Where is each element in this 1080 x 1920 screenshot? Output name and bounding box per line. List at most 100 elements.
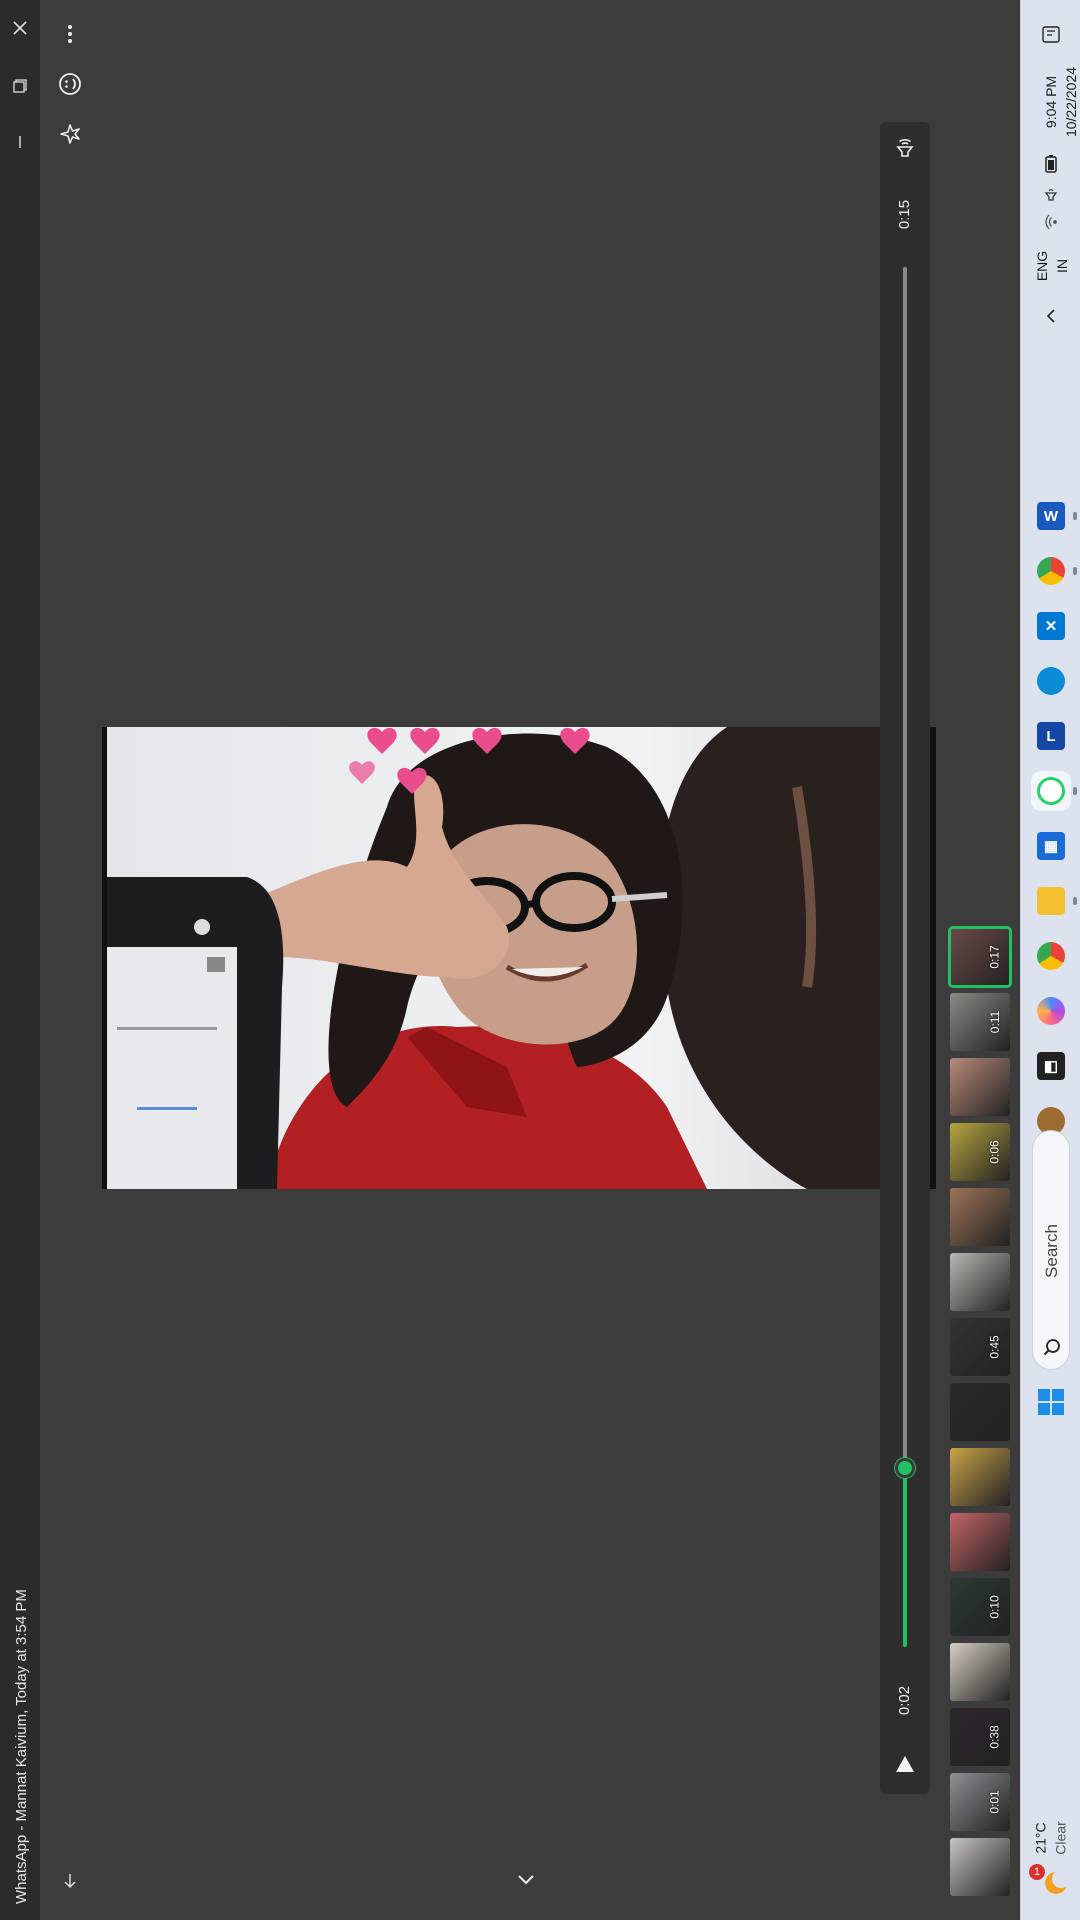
seek-progress	[903, 1467, 907, 1647]
restore-button[interactable]	[4, 70, 36, 102]
media-thumbnail[interactable]: 0:06	[950, 1123, 1010, 1181]
minimize-button[interactable]	[4, 126, 36, 158]
media-thumbnail[interactable]: 0:45	[950, 1318, 1010, 1376]
seek-track[interactable]	[895, 267, 915, 1647]
taskbar-app-copilot[interactable]	[1035, 995, 1067, 1027]
edge-icon	[1037, 667, 1065, 695]
thumbnail-duration: 0:45	[987, 1335, 1002, 1359]
title-bar: WhatsApp - Mannat Kaivium, Today at 3:54…	[0, 0, 40, 1920]
media-thumbnail[interactable]: 0:17	[948, 926, 1012, 988]
media-thumbnail[interactable]	[950, 1513, 1010, 1571]
calendar-notification-icon	[1042, 26, 1060, 43]
volume-icon	[896, 138, 914, 157]
taskbar-app-copilot-x[interactable]: ✕	[1035, 610, 1067, 642]
snipping-icon: ◧	[1037, 1052, 1065, 1080]
play-icon	[896, 1756, 914, 1772]
running-indicator	[1073, 567, 1077, 575]
thumbnail-duration: 0:10	[987, 1595, 1002, 1619]
weather-desc: Clear	[1053, 1821, 1069, 1855]
thumbnail-duration: 0:01	[987, 1790, 1002, 1814]
taskbar: 9:04 PM 10/22/2024 ENG IN W ✕ L ▦ ◧ Search	[1020, 0, 1080, 1920]
media-thumbnail[interactable]	[950, 1448, 1010, 1506]
chevron-left-icon	[1046, 309, 1055, 323]
media-thumbnail[interactable]	[950, 1838, 1010, 1896]
taskbar-app-l-app[interactable]: L	[1035, 720, 1067, 752]
running-indicator	[1073, 512, 1077, 520]
chrome-icon	[1037, 557, 1065, 585]
taskbar-app-chrome-profile[interactable]	[1035, 555, 1067, 587]
close-icon	[13, 21, 27, 35]
media-thumbnail[interactable]: 0:01	[950, 1773, 1010, 1831]
search-box[interactable]: Search	[1032, 1130, 1070, 1370]
word-icon: W	[1037, 502, 1065, 530]
playback-panel: 0:15 0:02	[880, 122, 930, 1794]
region-wrap: IN	[1032, 244, 1080, 288]
notification-count: 1	[1033, 1866, 1041, 1878]
media-thumbnail[interactable]	[950, 1188, 1010, 1246]
current-time-wrap: 0:02	[880, 1686, 930, 1715]
volume-button[interactable]	[893, 136, 917, 160]
search-icon	[1043, 1339, 1060, 1356]
thumbnail-duration: 0:11	[987, 1010, 1002, 1034]
folder-icon	[1037, 887, 1065, 915]
notification-badge: 1	[1029, 1864, 1045, 1880]
media-thumbnail[interactable]	[950, 1058, 1010, 1116]
download-button[interactable]	[52, 1863, 88, 1899]
minimize-icon	[19, 136, 21, 148]
media-thumbnail[interactable]	[950, 1253, 1010, 1311]
search-label: Search	[1042, 1224, 1061, 1278]
play-button[interactable]	[893, 1752, 917, 1776]
battery-icon	[1045, 155, 1057, 173]
media-viewer[interactable]	[102, 727, 936, 1189]
media-thumbnail[interactable]: 0:10	[950, 1578, 1010, 1636]
media-thumbnail[interactable]	[950, 1383, 1010, 1441]
close-button[interactable]	[4, 12, 36, 44]
wifi-icon	[1045, 214, 1057, 230]
window-title: WhatsApp - Mannat Kaivium, Today at 3:54…	[13, 1589, 30, 1904]
collapse-button[interactable]	[508, 1862, 544, 1898]
thumbnail-duration: 0:17	[987, 945, 1002, 969]
duration-label: 0:15	[896, 199, 914, 230]
start-button[interactable]	[1035, 1386, 1067, 1418]
notification-center-button[interactable]	[1035, 18, 1067, 50]
media-thumbnail-strip: 0:17 0:11 0:06 0:45 0:10 0:38 0:01	[948, 926, 1012, 1920]
battery-indicator[interactable]	[1035, 148, 1067, 180]
star-icon	[60, 124, 80, 144]
taskbar-app-word[interactable]: W	[1035, 500, 1067, 532]
whatsapp-icon	[1037, 777, 1065, 805]
current-time-label: 0:02	[896, 1685, 914, 1716]
windows-icon	[1038, 1389, 1064, 1415]
media-thumbnail[interactable]: 0:11	[950, 993, 1010, 1051]
weather-desc-wrap: Clear	[1031, 1808, 1080, 1868]
taskbar-app-chrome[interactable]	[1035, 940, 1067, 972]
star-button[interactable]	[52, 116, 88, 152]
tray-overflow-button[interactable]	[1035, 300, 1067, 332]
taskbar-app-edge[interactable]	[1035, 665, 1067, 697]
region-label: IN	[1054, 259, 1070, 273]
thumbnail-duration: 0:38	[987, 1725, 1002, 1749]
search-label-wrap: Search	[1033, 1224, 1071, 1278]
window-title-wrap: WhatsApp - Mannat Kaivium, Today at 3:54…	[10, 1344, 30, 1904]
clock-date-wrap: 10/22/2024	[1041, 67, 1080, 137]
store-icon: ▦	[1037, 832, 1065, 860]
taskbar-app-file-explorer[interactable]	[1035, 885, 1067, 917]
more-options-button[interactable]	[52, 16, 88, 52]
media-thumbnail[interactable]: 0:38	[950, 1708, 1010, 1766]
seek-handle[interactable]	[895, 1457, 915, 1478]
taskbar-app-snipping[interactable]: ◧	[1035, 1050, 1067, 1082]
copilot-icon	[1037, 997, 1065, 1025]
emoji-icon	[59, 73, 81, 95]
search-icon-wrap	[1042, 1337, 1062, 1362]
media-thumbnail[interactable]	[950, 1643, 1010, 1701]
more-vertical-icon	[68, 25, 72, 43]
restore-icon	[13, 79, 27, 93]
chrome-icon	[1037, 942, 1065, 970]
taskbar-app-store[interactable]: ▦	[1035, 830, 1067, 862]
wifi-tray[interactable]	[1035, 206, 1067, 238]
moon-icon	[1045, 1870, 1070, 1894]
taskbar-app-whatsapp[interactable]	[1035, 775, 1067, 807]
app-root: WhatsApp - Mannat Kaivium, Today at 3:54…	[0, 0, 1080, 1920]
react-button[interactable]	[52, 66, 88, 102]
weather-icon-wrap	[1041, 1868, 1073, 1900]
thumbnail-duration: 0:06	[987, 1140, 1002, 1164]
